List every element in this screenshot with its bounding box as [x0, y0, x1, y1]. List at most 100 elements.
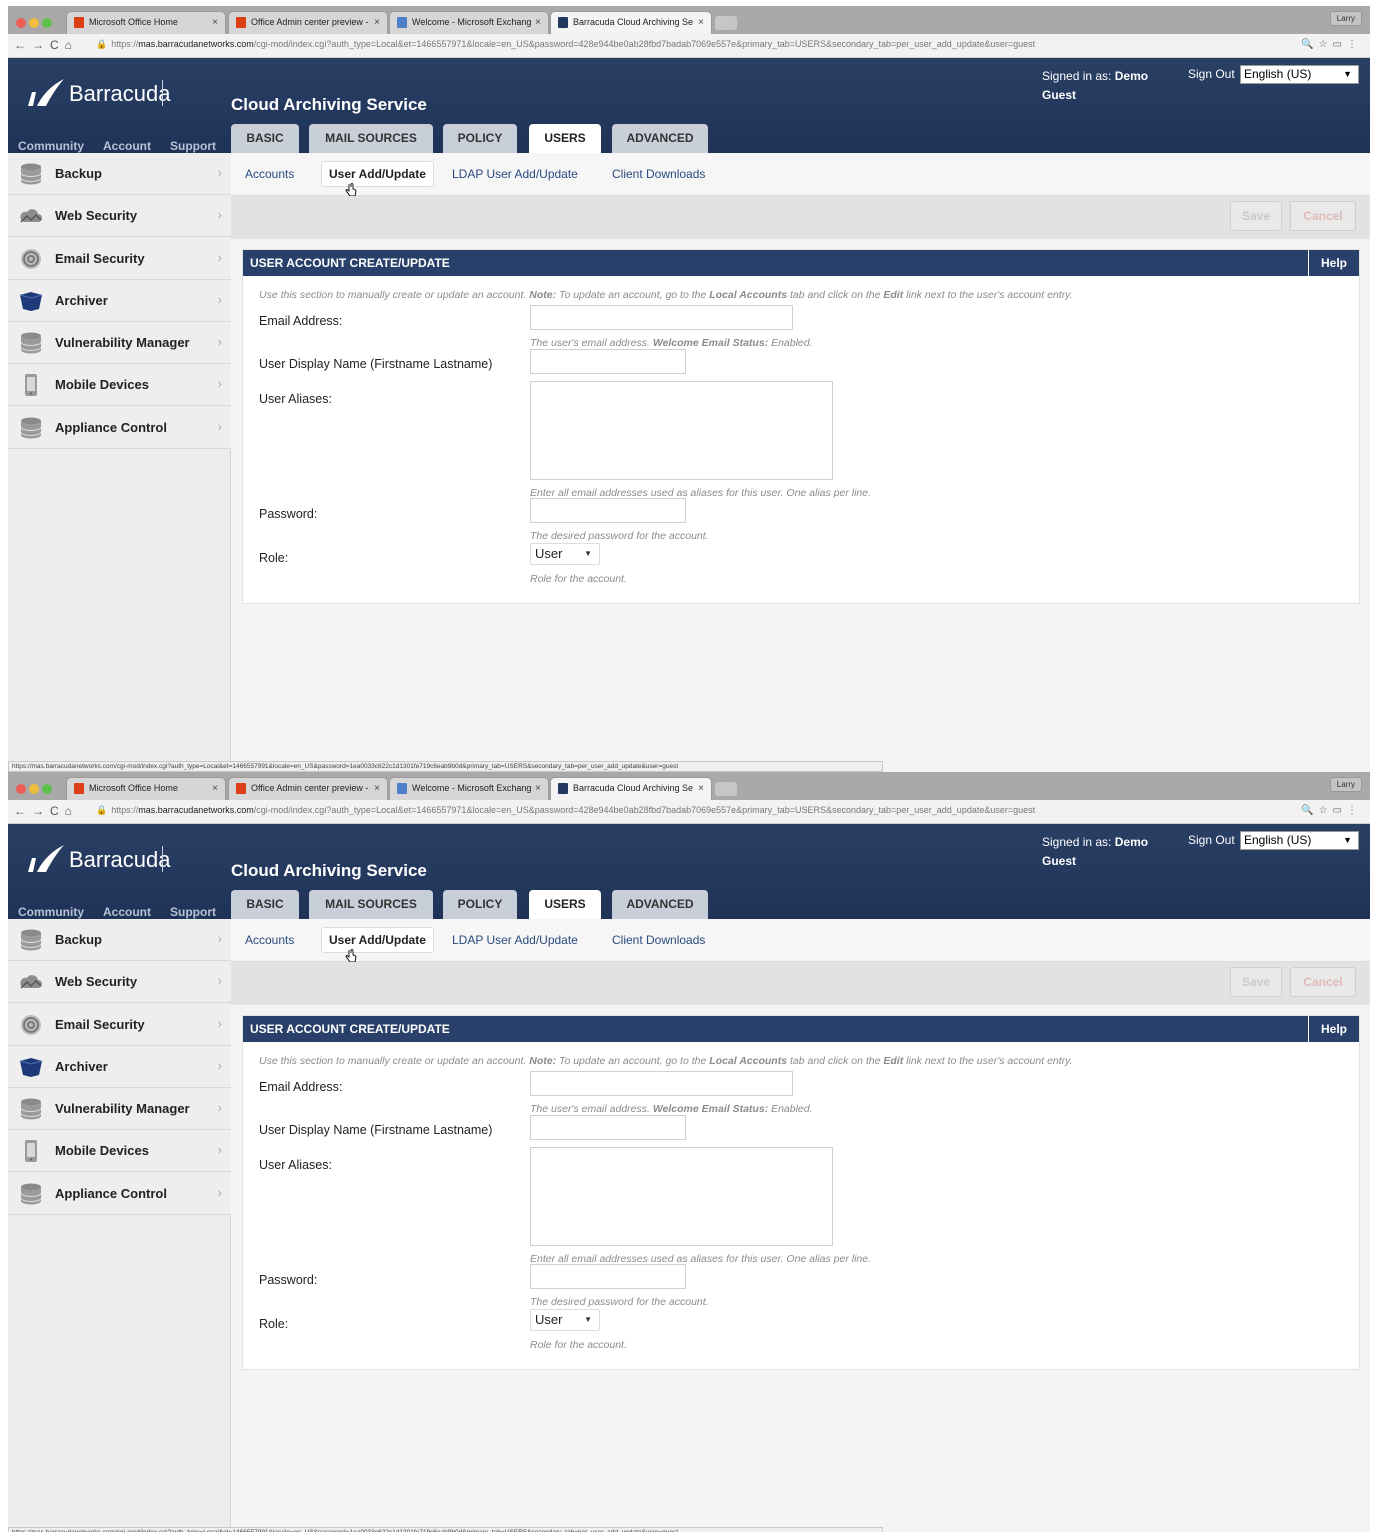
tab-mail-sources[interactable]: MAIL SOURCES — [309, 124, 433, 153]
tab-close-icon[interactable]: × — [535, 778, 541, 799]
language-select[interactable]: English (US) ▼ — [1240, 65, 1359, 84]
sidebar-item-web-security[interactable]: Web Security › — [8, 961, 231, 1003]
cast-icon[interactable]: ▭ — [1333, 39, 1347, 50]
browser-tab[interactable]: Microsoft Office Home × — [66, 777, 226, 800]
tab-close-icon[interactable]: × — [374, 778, 380, 799]
user-aliases-textarea[interactable] — [530, 381, 833, 480]
tab-users[interactable]: USERS — [529, 124, 601, 154]
sign-out-link[interactable]: Sign Out — [1188, 67, 1235, 81]
sidebar-item-archiver[interactable]: Archiver › — [8, 1046, 231, 1088]
zoom-icon[interactable]: 🔍 — [1301, 805, 1318, 816]
minimize-window-icon[interactable] — [29, 18, 39, 28]
tab-close-icon[interactable]: × — [212, 778, 218, 799]
sign-out-link[interactable]: Sign Out — [1188, 833, 1235, 847]
sidebar-item-archiver[interactable]: Archiver › — [8, 280, 231, 322]
save-button[interactable]: Save — [1230, 967, 1282, 997]
sidebar-item-vulnerability-manager[interactable]: Vulnerability Manager › — [8, 1088, 231, 1130]
save-button[interactable]: Save — [1230, 201, 1282, 231]
menu-icon[interactable]: ⋮ — [1347, 805, 1362, 816]
bookmark-star-icon[interactable]: ☆ — [1319, 805, 1333, 816]
cancel-button[interactable]: Cancel — [1290, 201, 1356, 231]
window-controls[interactable] — [16, 15, 55, 33]
community-link[interactable]: Community — [18, 139, 84, 153]
forward-icon[interactable]: → — [32, 804, 50, 818]
support-link[interactable]: Support — [170, 905, 216, 919]
subnav-accounts[interactable]: Accounts — [245, 933, 294, 947]
tab-close-icon[interactable]: × — [212, 12, 218, 33]
tab-policy[interactable]: POLICY — [443, 124, 517, 153]
sidebar-item-backup[interactable]: Backup › — [8, 153, 231, 195]
tab-users[interactable]: USERS — [529, 890, 601, 920]
zoom-icon[interactable]: 🔍 — [1301, 39, 1318, 50]
home-icon[interactable]: ⌂ — [65, 38, 78, 52]
browser-tab-active[interactable]: Barracuda Cloud Archiving Se × — [550, 777, 712, 800]
email-field[interactable] — [530, 1071, 793, 1096]
sidebar-item-email-security[interactable]: Email Security › — [8, 1004, 231, 1046]
close-window-icon[interactable] — [16, 784, 26, 794]
profile-button[interactable]: Larry — [1329, 777, 1362, 792]
help-button[interactable]: Help — [1308, 1016, 1359, 1042]
subnav-ldap-user-add-update[interactable]: LDAP User Add/Update — [452, 933, 578, 947]
new-tab-button[interactable] — [715, 16, 737, 30]
browser-tab[interactable]: Welcome - Microsoft Exchang × — [389, 11, 549, 34]
browser-tab[interactable]: Welcome - Microsoft Exchang × — [389, 777, 549, 800]
sidebar-item-mobile-devices[interactable]: Mobile Devices › — [8, 364, 231, 406]
tab-basic[interactable]: BASIC — [231, 124, 299, 153]
sidebar-item-web-security[interactable]: Web Security › — [8, 195, 231, 237]
home-icon[interactable]: ⌂ — [65, 804, 78, 818]
tab-basic[interactable]: BASIC — [231, 890, 299, 919]
tab-close-icon[interactable]: × — [374, 12, 380, 33]
bookmark-star-icon[interactable]: ☆ — [1319, 39, 1333, 50]
browser-tab-active[interactable]: Barracuda Cloud Archiving Se × — [550, 11, 712, 34]
window-controls[interactable] — [16, 781, 55, 799]
new-tab-button[interactable] — [715, 782, 737, 796]
sidebar-item-appliance-control[interactable]: Appliance Control › — [8, 407, 231, 449]
reload-icon[interactable]: C — [50, 38, 65, 52]
tab-close-icon[interactable]: × — [698, 12, 704, 33]
subnav-user-add-update[interactable]: User Add/Update — [321, 927, 434, 953]
profile-button[interactable]: Larry — [1329, 11, 1362, 26]
url-field[interactable]: 🔒 https://mas.barracudanetworks.com/cgi-m… — [96, 39, 1035, 50]
sidebar-item-vulnerability-manager[interactable]: Vulnerability Manager › — [8, 322, 231, 364]
browser-tab[interactable]: Office Admin center preview - × — [228, 11, 388, 34]
user-aliases-textarea[interactable] — [530, 1147, 833, 1246]
browser-tab[interactable]: Microsoft Office Home × — [66, 11, 226, 34]
account-link[interactable]: Account — [103, 905, 151, 919]
subnav-client-downloads[interactable]: Client Downloads — [612, 933, 705, 947]
community-link[interactable]: Community — [18, 905, 84, 919]
subnav-ldap-user-add-update[interactable]: LDAP User Add/Update — [452, 167, 578, 181]
sidebar-item-backup[interactable]: Backup › — [8, 919, 231, 961]
sidebar-item-mobile-devices[interactable]: Mobile Devices › — [8, 1130, 231, 1172]
tab-policy[interactable]: POLICY — [443, 890, 517, 919]
role-select[interactable]: User ▼ — [530, 543, 600, 565]
role-select[interactable]: User ▼ — [530, 1309, 600, 1331]
tab-advanced[interactable]: ADVANCED — [612, 124, 708, 153]
maximize-window-icon[interactable] — [42, 18, 52, 28]
support-link[interactable]: Support — [170, 139, 216, 153]
subnav-client-downloads[interactable]: Client Downloads — [612, 167, 705, 181]
sidebar-item-email-security[interactable]: Email Security › — [8, 238, 231, 280]
tab-close-icon[interactable]: × — [698, 778, 704, 799]
back-icon[interactable]: ← — [14, 38, 32, 52]
subnav-user-add-update[interactable]: User Add/Update — [321, 161, 434, 187]
display-name-field[interactable] — [530, 349, 686, 374]
maximize-window-icon[interactable] — [42, 784, 52, 794]
tab-close-icon[interactable]: × — [535, 12, 541, 33]
url-field[interactable]: 🔒 https://mas.barracudanetworks.com/cgi-m… — [96, 805, 1035, 816]
password-field[interactable] — [530, 498, 686, 523]
minimize-window-icon[interactable] — [29, 784, 39, 794]
subnav-accounts[interactable]: Accounts — [245, 167, 294, 181]
language-select[interactable]: English (US) ▼ — [1240, 831, 1359, 850]
reload-icon[interactable]: C — [50, 804, 65, 818]
email-field[interactable] — [530, 305, 793, 330]
cancel-button[interactable]: Cancel — [1290, 967, 1356, 997]
browser-tab[interactable]: Office Admin center preview - × — [228, 777, 388, 800]
forward-icon[interactable]: → — [32, 38, 50, 52]
tab-mail-sources[interactable]: MAIL SOURCES — [309, 890, 433, 919]
cast-icon[interactable]: ▭ — [1333, 805, 1347, 816]
password-field[interactable] — [530, 1264, 686, 1289]
menu-icon[interactable]: ⋮ — [1347, 39, 1362, 50]
account-link[interactable]: Account — [103, 139, 151, 153]
back-icon[interactable]: ← — [14, 804, 32, 818]
help-button[interactable]: Help — [1308, 250, 1359, 276]
